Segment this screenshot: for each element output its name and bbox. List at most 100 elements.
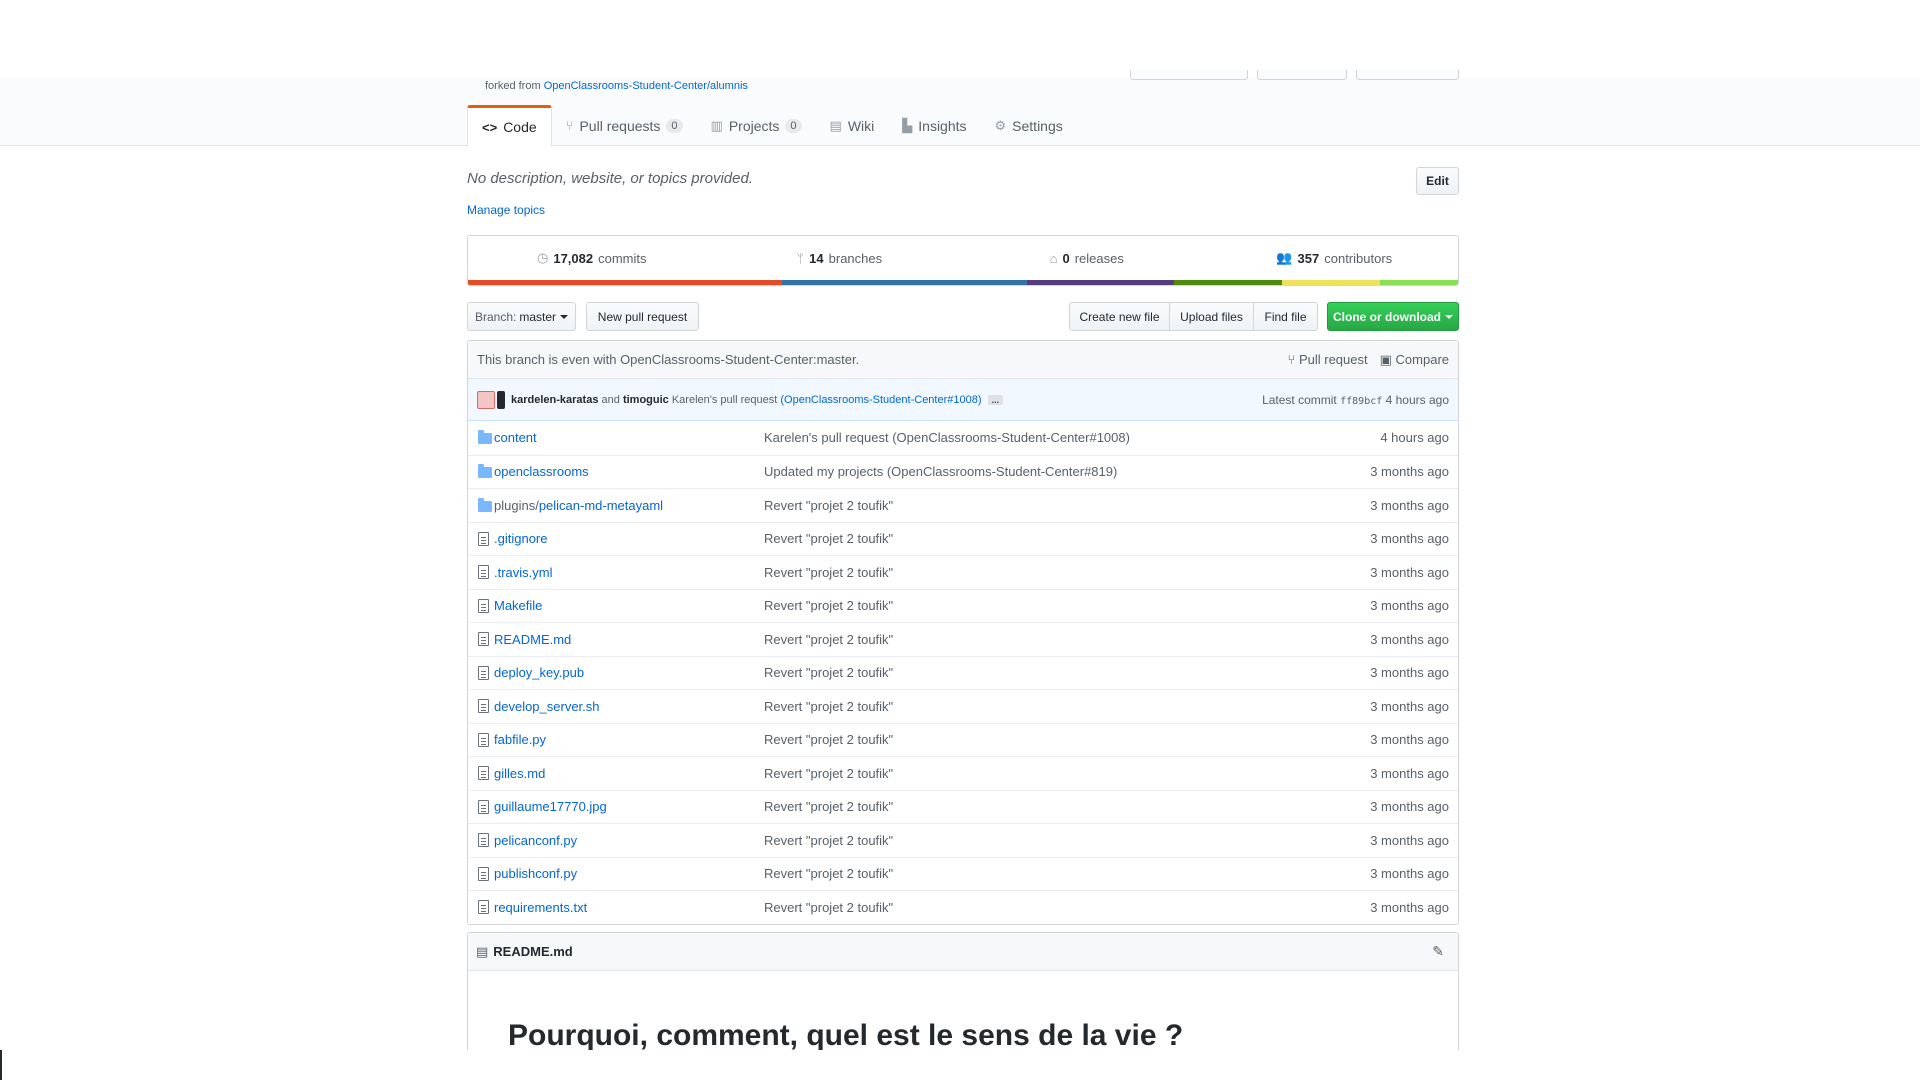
file-link[interactable]: .travis.yml [494, 565, 553, 580]
language-segment [781, 280, 1027, 285]
branch-select[interactable]: Branch: master [467, 302, 576, 331]
file-name: guillaume17770.jpg [494, 799, 778, 814]
branches-count: 14 [809, 250, 824, 266]
tab-code[interactable]: <> Code [467, 105, 552, 147]
file-name-prefix[interactable]: plugins/ [494, 498, 539, 513]
file-commit-message[interactable]: Revert "projet 2 toufik" [764, 598, 893, 613]
file-link[interactable]: deploy_key.pub [494, 665, 584, 680]
file-commit-message[interactable]: Revert "projet 2 toufik" [764, 699, 893, 714]
tab-code-label: Code [503, 119, 537, 135]
file-commit-message[interactable]: Karelen's pull request (OpenClassrooms-S… [764, 430, 1130, 445]
pull-request-label: Pull request [1298, 351, 1368, 367]
readme-header: ▤ README.md ✎ [468, 933, 1458, 971]
tag-icon: ⌂ [1049, 250, 1058, 266]
folder-icon [478, 430, 492, 445]
edit-description-button[interactable]: Edit [1416, 167, 1459, 195]
file-commit-message[interactable]: Revert "projet 2 toufik" [764, 900, 893, 915]
file-commit-message[interactable]: Revert "projet 2 toufik" [764, 866, 893, 881]
fork-button[interactable] [1356, 70, 1459, 80]
file-commit-message[interactable]: Revert "projet 2 toufik" [764, 632, 893, 647]
branch-status-text: This branch is even with OpenClassrooms-… [477, 352, 860, 367]
file-name: develop_server.sh [494, 699, 778, 714]
tab-projects[interactable]: ▥ Projects 0 [697, 105, 816, 146]
releases-link[interactable]: ⌂ 0 releases [963, 236, 1211, 280]
tab-projects-label: Projects [728, 117, 780, 134]
file-row: guillaume17770.jpg Revert "projet 2 toufi… [468, 789, 1458, 824]
file-commit-message[interactable]: Revert "projet 2 toufik" [764, 531, 893, 546]
expand-commit-button[interactable]: ... [987, 394, 1004, 405]
file-commit-message[interactable]: Revert "projet 2 toufik" [764, 766, 893, 781]
manage-topics-link[interactable]: Manage topics [467, 203, 545, 217]
file-commit-message[interactable]: Revert "projet 2 toufik" [764, 732, 893, 747]
commit-committer[interactable]: timoguic [623, 394, 669, 406]
caret-down-icon [560, 314, 569, 319]
file-link[interactable]: pelican-md-metayaml [539, 498, 663, 513]
avatar[interactable] [477, 390, 495, 409]
file-link[interactable]: publishconf.py [494, 866, 577, 881]
graph-icon: ▙ [902, 117, 913, 133]
file-commit-message[interactable]: Revert "projet 2 toufik" [764, 833, 893, 848]
commit-message[interactable]: Karelen's pull request [672, 394, 777, 406]
commits-link[interactable]: ◷ 17,082 commits [468, 236, 716, 280]
pencil-icon[interactable]: ✎ [1432, 943, 1444, 960]
file-list: This branch is even with OpenClassrooms-… [467, 340, 1459, 925]
gear-icon: ⚙ [994, 117, 1007, 133]
new-pull-request-button[interactable]: New pull request [586, 302, 699, 331]
folder-icon [478, 497, 492, 512]
clone-or-download-button[interactable]: Clone or download [1327, 302, 1459, 331]
repo-nav: <> Code ⑂ Pull requests 0 ▥ Projects 0 ▤… [467, 105, 1077, 147]
clone-or-download-label: Clone or download [1333, 309, 1441, 324]
branches-link[interactable]: ᛘ 14 branches [716, 236, 964, 280]
file-row: publishconf.py Revert "projet 2 toufik" 3 … [468, 856, 1458, 891]
watch-button[interactable] [1130, 70, 1248, 80]
commit-pr-link[interactable]: (OpenClassrooms-Student-Center#1008) [780, 394, 981, 406]
language-bar[interactable] [468, 280, 1458, 285]
file-link[interactable]: gilles.md [494, 766, 545, 781]
project-icon: ▥ [710, 117, 723, 133]
tab-insights[interactable]: ▙ Insights [888, 105, 980, 146]
tab-wiki-label: Wiki [847, 117, 875, 134]
file-link[interactable]: guillaume17770.jpg [494, 799, 607, 814]
commit-sha[interactable]: ff89bcf [1340, 396, 1382, 407]
commit-author[interactable]: kardelen-karatas [511, 394, 598, 406]
file-commit-message[interactable]: Revert "projet 2 toufik" [764, 565, 893, 580]
file-name: publishconf.py [494, 866, 778, 881]
file-link[interactable]: fabfile.py [494, 732, 546, 747]
tab-pull-requests[interactable]: ⑂ Pull requests 0 [552, 105, 697, 146]
file-link[interactable]: openclassrooms [494, 464, 589, 479]
tab-settings[interactable]: ⚙ Settings [981, 105, 1077, 146]
forked-from-link[interactable]: OpenClassrooms-Student-Center/alumnis [544, 80, 748, 92]
file-link[interactable]: requirements.txt [494, 900, 587, 915]
create-new-file-button[interactable]: Create new file [1069, 302, 1170, 331]
file-link[interactable]: README.md [494, 632, 571, 647]
file-icon [478, 732, 489, 747]
star-button[interactable] [1257, 70, 1347, 80]
file-icon [478, 531, 489, 546]
file-commit-message[interactable]: Revert "projet 2 toufik" [764, 665, 893, 680]
file-commit-message[interactable]: Revert "projet 2 toufik" [764, 799, 893, 814]
file-icon [478, 799, 489, 814]
history-icon: ◷ [537, 250, 549, 265]
tab-wiki[interactable]: ▤ Wiki [816, 105, 889, 146]
file-row: fabfile.py Revert "projet 2 toufik" 3 mont… [468, 722, 1458, 757]
compare-link[interactable]: ▣ Compare [1380, 352, 1449, 368]
file-commit-message[interactable]: Revert "projet 2 toufik" [764, 498, 893, 513]
file-name: gilles.md [494, 766, 778, 781]
file-age: 3 months ago [1370, 698, 1449, 714]
file-commit-message[interactable]: Updated my projects (OpenClassrooms-Stud… [764, 464, 1117, 479]
file-row: .travis.yml Revert "projet 2 toufik" 3 mon… [468, 555, 1458, 589]
file-link[interactable]: .gitignore [494, 531, 547, 546]
file-link[interactable]: content [494, 430, 537, 445]
file-row: develop_server.sh Revert "projet 2 toufik… [468, 689, 1458, 723]
file-link[interactable]: Makefile [494, 598, 542, 613]
file-row: deploy_key.pub Revert "projet 2 toufik" 3 … [468, 655, 1458, 690]
avatar[interactable] [497, 390, 505, 409]
file-name: plugins/pelican-md-metayaml [494, 498, 778, 513]
file-link[interactable]: pelicanconf.py [494, 833, 577, 848]
contributors-link[interactable]: 👥 357 contributors [1211, 236, 1459, 280]
upload-files-button[interactable]: Upload files [1169, 302, 1254, 331]
find-file-button[interactable]: Find file [1253, 302, 1318, 331]
file-link[interactable]: develop_server.sh [494, 699, 600, 714]
file-row: requirements.txt Revert "projet 2 toufik"… [468, 890, 1458, 924]
pull-request-link[interactable]: ⑂ Pull request [1288, 352, 1368, 368]
